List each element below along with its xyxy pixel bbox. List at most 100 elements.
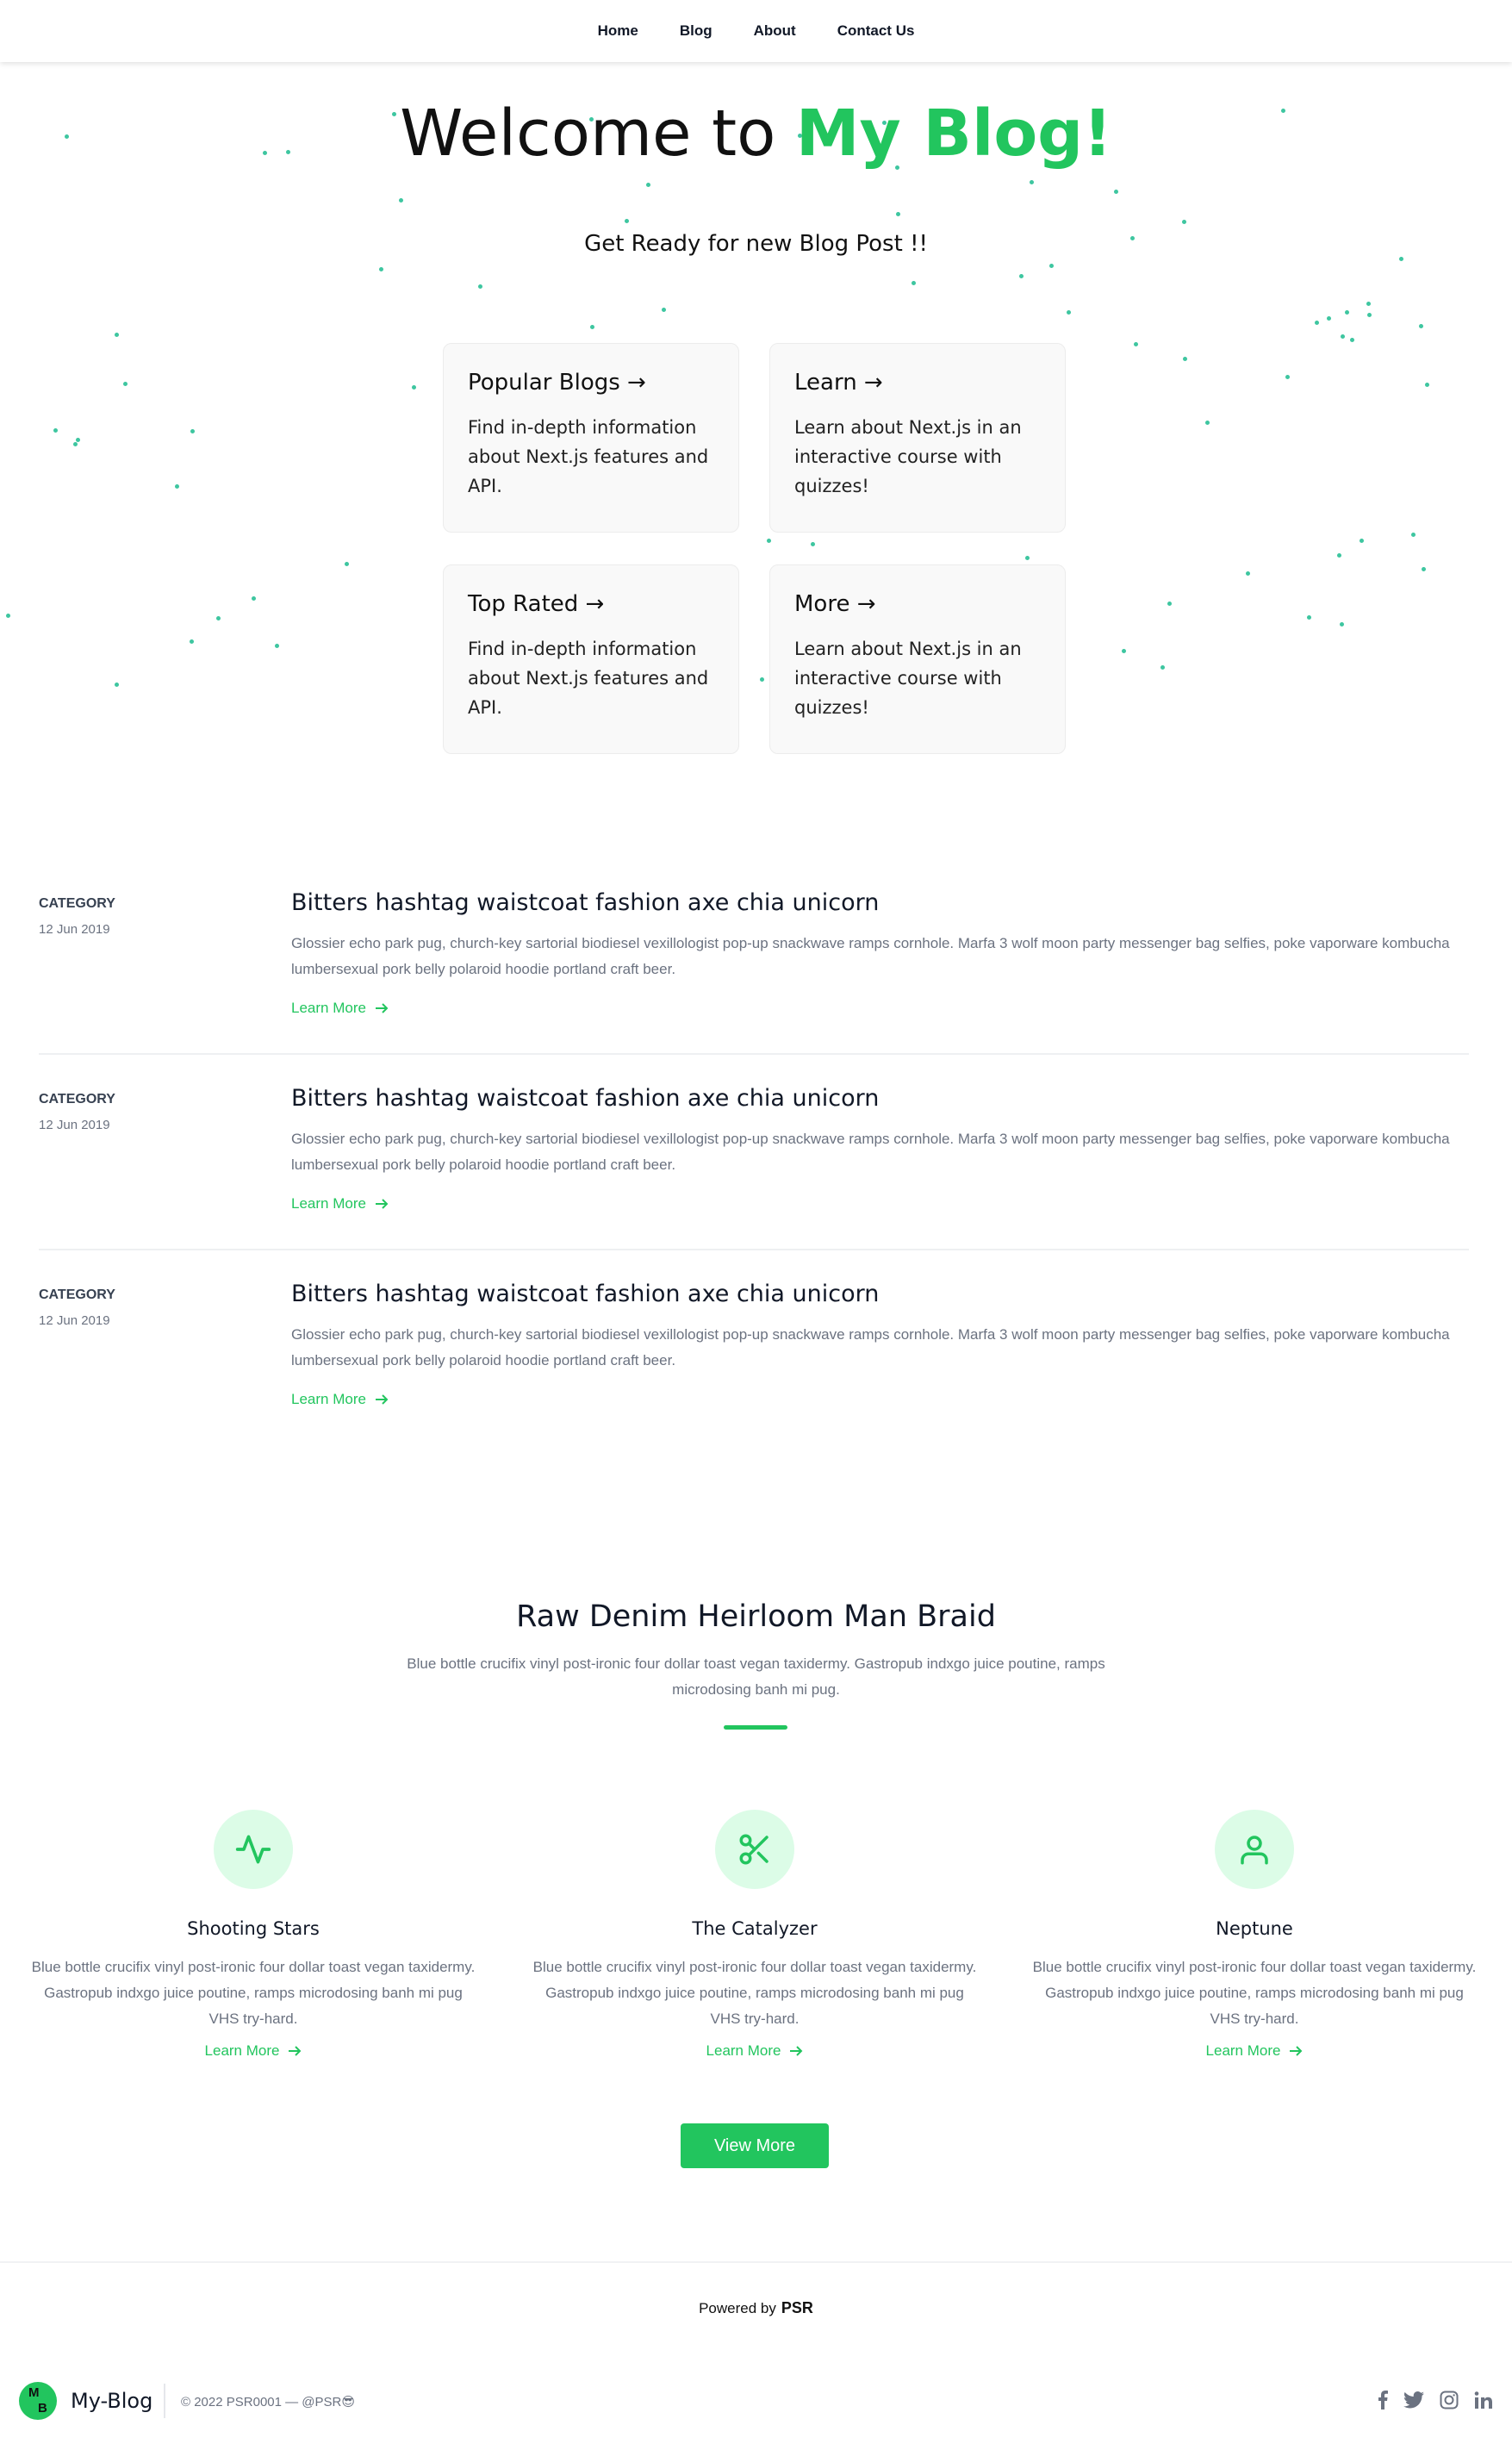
social-links xyxy=(1378,2391,1493,2409)
scissors-icon xyxy=(739,1834,768,1865)
particle-dot xyxy=(6,614,10,618)
learn-more-label: Learn More xyxy=(1205,2042,1281,2059)
post-title[interactable]: Bitters hashtag waistcoat fashion axe ch… xyxy=(291,1281,879,1307)
post-title[interactable]: Bitters hashtag waistcoat fashion axe ch… xyxy=(291,1085,879,1112)
post-date: 12 Jun 2019 xyxy=(39,1313,110,1328)
nav-home-link[interactable]: Home xyxy=(598,22,638,40)
feature-icon-circle xyxy=(214,1810,293,1889)
arrow-right-icon xyxy=(790,2046,803,2056)
particle-dot xyxy=(345,562,349,566)
post-date: 12 Jun 2019 xyxy=(39,1118,110,1132)
particle-dot xyxy=(662,308,666,312)
post-category: CATEGORY xyxy=(39,1092,115,1107)
particle-dot xyxy=(1167,602,1172,606)
post-learn-more-link[interactable]: Learn More xyxy=(291,1000,389,1017)
powered-by-brand[interactable]: PSR xyxy=(781,2299,813,2316)
feature-title: Shooting Stars xyxy=(187,1918,320,1939)
user-icon xyxy=(1241,1836,1268,1865)
arrow-right-icon xyxy=(375,1394,389,1405)
nav-about-link[interactable]: About xyxy=(754,22,796,40)
post-learn-more-link[interactable]: Learn More xyxy=(291,1195,389,1213)
feature-learn-more-link[interactable]: Learn More xyxy=(706,2042,804,2060)
particle-dot xyxy=(1350,338,1354,342)
card-popular-blogs[interactable]: Popular Blogs → Find in-depth informatio… xyxy=(443,343,739,533)
footer-separator xyxy=(164,2384,165,2418)
card-text: Find in-depth information about Next.js … xyxy=(468,417,709,496)
particle-dot xyxy=(811,542,815,546)
hero-section: Welcome to My Blog! Get Ready for new Bl… xyxy=(0,62,1512,786)
feature-icon-circle xyxy=(715,1810,794,1889)
post-date: 12 Jun 2019 xyxy=(39,922,110,937)
particle-dot xyxy=(1422,567,1426,571)
particle-dot xyxy=(190,639,194,644)
learn-more-label: Learn More xyxy=(706,2042,781,2059)
features-accent-bar xyxy=(724,1725,787,1730)
particle-dot xyxy=(1030,180,1034,184)
arrow-right-icon xyxy=(1290,2046,1303,2056)
arrow-right-icon xyxy=(289,2046,302,2056)
particle-dot xyxy=(190,429,195,433)
particle-dot xyxy=(216,616,221,620)
particle-dot xyxy=(1399,257,1403,261)
particle-dot xyxy=(1067,310,1071,315)
feature-title: The Catalyzer xyxy=(692,1918,818,1939)
particle-dot xyxy=(896,212,900,216)
particle-dot xyxy=(1341,334,1345,339)
card-title: Learn → xyxy=(794,370,883,396)
hero-title-accent: My Blog! xyxy=(795,97,1112,171)
instagram-icon[interactable] xyxy=(1440,2391,1459,2409)
particle-dot xyxy=(412,385,416,390)
particle-dot xyxy=(1114,190,1118,194)
particle-dot xyxy=(123,382,128,386)
particle-dot xyxy=(252,596,256,601)
learn-more-label: Learn More xyxy=(204,2042,280,2059)
particle-dot xyxy=(1360,539,1364,543)
card-title: More → xyxy=(794,591,876,617)
card-text: Find in-depth information about Next.js … xyxy=(468,639,709,718)
post-title[interactable]: Bitters hashtag waistcoat fashion axe ch… xyxy=(291,889,879,916)
feature-learn-more-link[interactable]: Learn More xyxy=(205,2042,302,2060)
facebook-icon[interactable] xyxy=(1378,2391,1388,2409)
nav-contact-link[interactable]: Contact Us xyxy=(837,22,915,40)
particle-dot xyxy=(76,438,80,442)
particle-dot xyxy=(1345,310,1349,315)
particle-dot xyxy=(379,267,383,271)
particle-dot xyxy=(1337,553,1341,558)
particle-dot xyxy=(1340,622,1344,627)
particle-dot xyxy=(1425,383,1429,387)
particle-dot xyxy=(115,683,119,687)
top-nav: Home Blog About Contact Us xyxy=(0,0,1512,62)
particle-dot xyxy=(625,219,629,223)
particle-dot xyxy=(1049,264,1054,268)
footer-copyright: © 2022 PSR0001 — @PSR😎 xyxy=(181,2395,356,2409)
feature-learn-more-link[interactable]: Learn More xyxy=(1206,2042,1304,2060)
particle-dot xyxy=(760,677,764,682)
particle-dot xyxy=(1019,274,1024,278)
post-learn-more-link[interactable]: Learn More xyxy=(291,1391,389,1408)
particle-dot xyxy=(590,325,594,329)
feature-text: Blue bottle crucifix vinyl post-ironic f… xyxy=(1032,1959,1477,2027)
post-divider xyxy=(39,1249,1469,1250)
particle-dot xyxy=(1182,220,1186,224)
card-text: Learn about Next.js in an interactive co… xyxy=(794,639,1022,718)
twitter-icon[interactable] xyxy=(1403,2391,1424,2409)
card-title: Popular Blogs → xyxy=(468,370,646,396)
linkedin-icon[interactable] xyxy=(1474,2391,1493,2409)
logo-letter-m: M xyxy=(28,2385,40,2400)
particle-dot xyxy=(478,284,482,289)
post-category: CATEGORY xyxy=(39,1287,115,1302)
post-description: Glossier echo park pug, church-key sarto… xyxy=(291,1131,1450,1173)
footer-brand[interactable]: My-Blog xyxy=(71,2389,152,2413)
particle-dot xyxy=(1183,357,1187,361)
logo-badge[interactable]: M B xyxy=(19,2382,57,2420)
particle-dot xyxy=(1122,649,1126,653)
card-more[interactable]: More → Learn about Next.js in an interac… xyxy=(769,564,1066,754)
card-learn[interactable]: Learn → Learn about Next.js in an intera… xyxy=(769,343,1066,533)
particle-dot xyxy=(1411,533,1416,537)
card-title: Top Rated → xyxy=(468,591,605,617)
card-top-rated[interactable]: Top Rated → Find in-depth information ab… xyxy=(443,564,739,754)
hero-title: Welcome to My Blog! xyxy=(0,97,1512,171)
view-more-button[interactable]: View More xyxy=(681,2123,829,2168)
particle-dot xyxy=(275,644,279,648)
nav-blog-link[interactable]: Blog xyxy=(680,22,712,40)
